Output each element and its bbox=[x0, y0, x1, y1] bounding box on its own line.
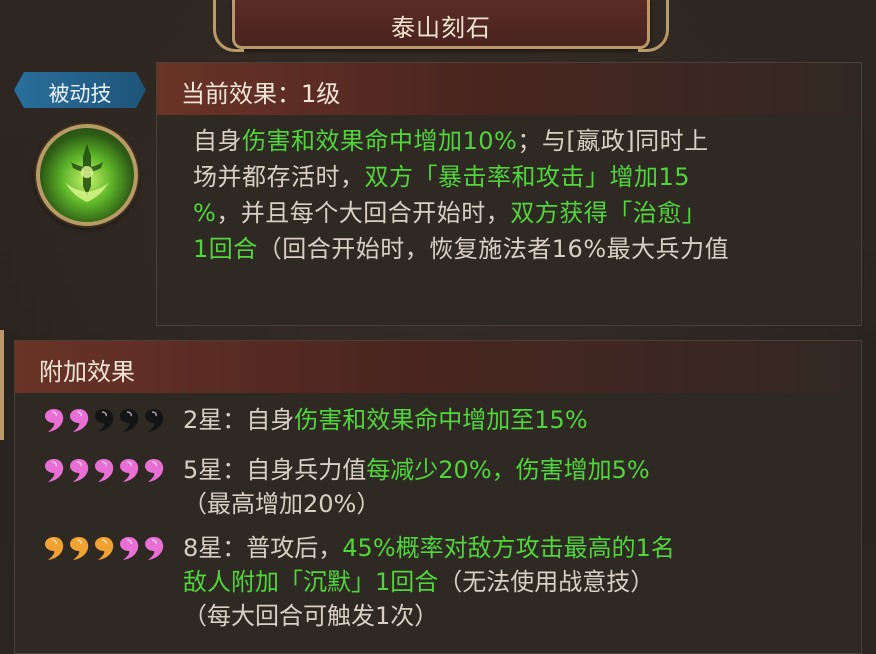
plain-text: （无法使用战意技） bbox=[438, 568, 655, 596]
star-rating bbox=[43, 535, 169, 563]
desc-line: 场并都存活时，双方「暴击率和攻击」增加15 bbox=[193, 159, 843, 195]
plain-text: （最高增加20%） bbox=[183, 490, 381, 518]
star-drop-icon bbox=[118, 407, 140, 433]
current-effect-header: 当前效果：1级 bbox=[157, 63, 861, 115]
highlight-text: % bbox=[193, 199, 217, 227]
plain-text: 自身 bbox=[193, 127, 242, 155]
star-effect-line: （最高增加20%） bbox=[183, 487, 876, 521]
highlight-text: 敌人附加「沉默」1回合 bbox=[183, 568, 439, 596]
star-effect-text: 8星：普攻后，45%概率对敌方攻击最高的1名 敌人附加「沉默」1回合（无法使用战意… bbox=[183, 531, 876, 633]
star-effect-text: 5星：自身兵力值每减少20%，伤害增加5% （最高增加20%） bbox=[183, 453, 876, 521]
star-drop-icon bbox=[118, 457, 140, 483]
star-drop-icon bbox=[93, 457, 115, 483]
highlight-text: 每减少20%，伤害增加5% bbox=[366, 456, 650, 484]
sword-flame-icon bbox=[65, 144, 109, 202]
plain-text: （回合开始时，恢复施法者16%最大兵力值 bbox=[257, 235, 730, 263]
highlight-text: 45%概率对敌方攻击最高的1名 bbox=[342, 534, 675, 562]
skill-title: 泰山刻石 bbox=[391, 14, 491, 42]
star-drop-icon bbox=[93, 407, 115, 433]
desc-line: 自身伤害和效果命中增加10%；与[嬴政]同时上 bbox=[193, 123, 843, 159]
extra-effect-title: 附加效果 bbox=[39, 358, 135, 386]
star-effect-line: 8星：普攻后，45%概率对敌方攻击最高的1名 bbox=[183, 531, 876, 565]
extra-effect-header: 附加效果 bbox=[15, 341, 861, 393]
title-banner: 泰山刻石 bbox=[213, 0, 669, 52]
current-effect-description: 自身伤害和效果命中增加10%；与[嬴政]同时上 场并都存活时，双方「暴击率和攻击… bbox=[193, 123, 843, 267]
star-drop-icon bbox=[68, 407, 90, 433]
skill-emblem-icon bbox=[36, 124, 138, 226]
star-effect-line: 2星：自身伤害和效果命中增加至15% bbox=[183, 403, 876, 437]
current-effect-title: 当前效果：1级 bbox=[181, 80, 341, 108]
plain-text: 2星：自身 bbox=[183, 406, 295, 434]
plain-text: （每大回合可触发1次） bbox=[183, 602, 439, 630]
star-drop-icon bbox=[43, 535, 65, 561]
desc-line: %，并且每个大回合开始时，双方获得「治愈」 bbox=[193, 195, 843, 231]
left-accent-bar bbox=[0, 330, 4, 440]
star-drop-icon bbox=[143, 457, 165, 483]
star-effect-line: 5星：自身兵力值每减少20%，伤害增加5% bbox=[183, 453, 876, 487]
plain-text: ，并且每个大回合开始时， bbox=[216, 199, 511, 227]
plain-text: ；与[嬴政]同时上 bbox=[517, 127, 709, 155]
star-drop-icon bbox=[68, 535, 90, 561]
star-effect-line: 敌人附加「沉默」1回合（无法使用战意技） bbox=[183, 565, 876, 599]
extra-effect-panel: 附加效果 2星：自身伤害和效果命中增加至15% 5星：自身兵力值每减少20%，伤害… bbox=[14, 340, 862, 654]
star-drop-icon bbox=[118, 535, 140, 561]
star-rating bbox=[43, 457, 169, 485]
skill-type-label: 被动技 bbox=[48, 82, 112, 106]
star-drop-icon bbox=[43, 457, 65, 483]
highlight-text: 伤害和效果命中增加10% bbox=[242, 127, 518, 155]
star-rating bbox=[43, 407, 169, 435]
highlight-text: 双方「暴击率和攻击」增加15 bbox=[364, 163, 691, 191]
highlight-text: 双方获得「治愈」 bbox=[510, 199, 707, 227]
current-effect-panel: 当前效果：1级 自身伤害和效果命中增加10%；与[嬴政]同时上 场并都存活时，双… bbox=[156, 62, 862, 326]
star-drop-icon bbox=[143, 535, 165, 561]
desc-line: 1回合（回合开始时，恢复施法者16%最大兵力值 bbox=[193, 231, 843, 267]
highlight-text: 1回合 bbox=[193, 235, 258, 263]
star-effect-text: 2星：自身伤害和效果命中增加至15% bbox=[183, 403, 876, 437]
star-effect-line: （每大回合可触发1次） bbox=[183, 599, 876, 633]
plain-text: 5星：自身兵力值 bbox=[183, 456, 367, 484]
star-drop-icon bbox=[93, 535, 115, 561]
skill-type-tag: 被动技 bbox=[14, 72, 146, 108]
star-drop-icon bbox=[43, 407, 65, 433]
plain-text: 场并都存活时， bbox=[193, 163, 365, 191]
star-drop-icon bbox=[68, 457, 90, 483]
highlight-text: 伤害和效果命中增加至15% bbox=[294, 406, 588, 434]
plain-text: 8星：普攻后， bbox=[183, 534, 343, 562]
star-drop-icon bbox=[143, 407, 165, 433]
